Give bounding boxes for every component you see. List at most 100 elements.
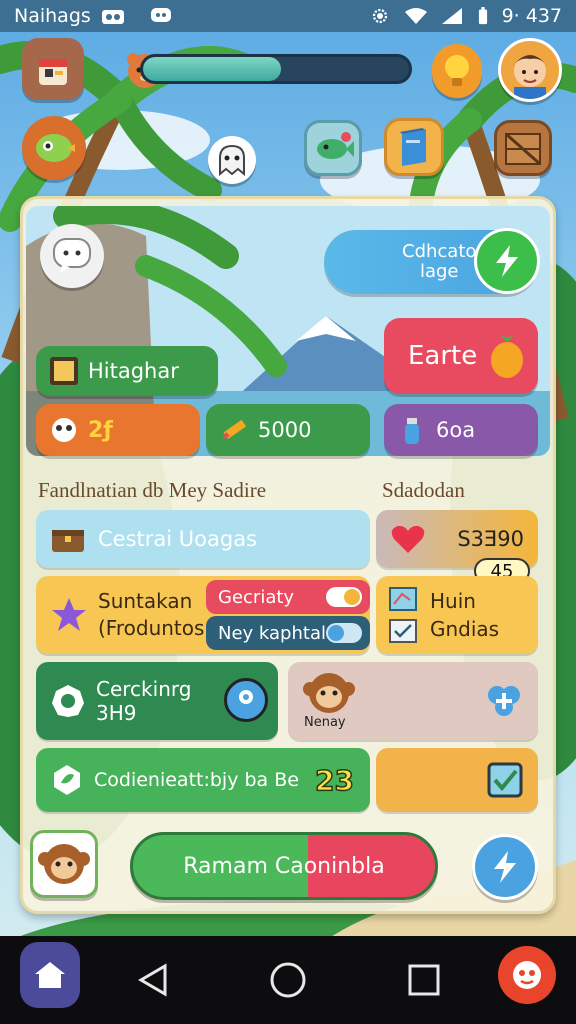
chest-icon [52, 530, 84, 552]
toggle-ney-kaphtal-switch[interactable] [326, 623, 362, 643]
nav-home-button[interactable] [20, 942, 80, 1008]
stat-puzzle[interactable]: 2ƒ [36, 404, 200, 456]
stat-pencil[interactable]: 5000 [206, 404, 370, 456]
fish-map-icon [317, 132, 354, 159]
section-left-title: Fandlnatian db Mey Sadire [38, 478, 267, 502]
bird-button[interactable] [22, 116, 86, 180]
book-icon [400, 128, 426, 166]
navigation-bar [0, 936, 576, 1024]
lightning-icon [494, 851, 516, 883]
check-row[interactable] [376, 748, 538, 812]
home-circle-icon [270, 962, 306, 998]
section-right-title: Sdadodan [382, 478, 465, 502]
nenay-label: Nenay [304, 715, 346, 730]
leaf-icon [54, 765, 80, 795]
chat-button[interactable] [40, 224, 104, 288]
wifi-icon [404, 8, 427, 24]
nenay-row[interactable]: Nenay [288, 662, 538, 740]
boost-button[interactable] [472, 834, 538, 900]
action-top-line1: Cdhcato [402, 241, 477, 262]
energy-progress-bar [140, 54, 412, 84]
cooking-line2: 3H9 [96, 701, 137, 725]
heart-value: S3Ǝ90 [457, 527, 524, 551]
nav-home-circle-button[interactable] [268, 960, 308, 1000]
monkey-button[interactable] [30, 830, 98, 898]
shop-bag-icon [39, 59, 67, 85]
stat-pencil-value: 5000 [258, 418, 312, 442]
shop-button[interactable] [22, 38, 84, 100]
bird-icon [36, 134, 75, 162]
game-app-icon [513, 961, 541, 989]
hint-button[interactable] [432, 44, 482, 98]
battery-icon [478, 7, 487, 25]
map-scroll-icon [389, 587, 417, 611]
lightbulb-icon [445, 55, 469, 86]
clock: 9· 437 [501, 5, 562, 27]
list-check-icon [389, 619, 417, 643]
ghost-icon [219, 144, 245, 177]
bottom-label: Codienieatt:bjy ba Be [94, 769, 299, 791]
toggle-gecriaty[interactable]: Gecriaty [206, 580, 370, 614]
earth-button[interactable]: Earte [384, 318, 538, 394]
star-shape-icon [52, 598, 86, 631]
crate-button[interactable] [494, 120, 552, 176]
checkbox-icon[interactable] [486, 761, 524, 799]
stat-potion[interactable]: 6oa [384, 404, 538, 456]
ghost-button[interactable] [208, 136, 256, 184]
location-pin-icon[interactable] [224, 678, 268, 722]
nav-recents-button[interactable] [404, 960, 444, 1000]
puzzle-icon [52, 418, 76, 442]
monkey-avatar [38, 844, 90, 884]
heart-icon [391, 525, 425, 553]
village-label-text: Hitaghar [88, 359, 179, 383]
hunt-line2: Gndias [430, 617, 500, 641]
earth-button-label: Earte [408, 341, 478, 371]
hunt-line1: Huin [430, 589, 476, 613]
suntakan-line2: (Froduntos [98, 616, 205, 640]
hunt-row[interactable]: Huin Gndias [376, 576, 538, 654]
signal-icon [441, 8, 462, 24]
bottom-row[interactable]: Codienieatt:bjy ba Be 23 [36, 748, 370, 812]
central-row[interactable]: Cestrai Uoagas [36, 510, 370, 568]
toggle-ney-kaphtal[interactable]: Ney kaphtal [206, 616, 370, 650]
potion-icon [405, 418, 419, 444]
fruit-icon [491, 334, 524, 378]
settings-gear-icon [372, 8, 387, 24]
add-icon[interactable] [484, 681, 524, 721]
badge-icon [52, 685, 84, 717]
status-bar: Naihags 9· 437 [0, 0, 576, 32]
lightning-icon [474, 228, 540, 294]
main-action-label: Ramam Caoninbla [183, 853, 385, 879]
bottom-number: 23 [314, 763, 354, 798]
player-avatar[interactable] [498, 38, 562, 102]
toggle-gecriaty-label: Gecriaty [218, 586, 295, 608]
cooking-row[interactable]: Cerckinrg 3H9 [36, 662, 278, 740]
book-button[interactable] [384, 118, 444, 176]
crate-icon [505, 132, 541, 166]
toggle-gecriaty-switch[interactable] [326, 587, 362, 607]
main-action-button[interactable]: Ramam Caoninbla [130, 832, 438, 900]
app-name: Naihags [14, 5, 91, 27]
action-top-line2: lage [419, 261, 459, 282]
village-icon [50, 357, 78, 385]
nav-game-button[interactable] [498, 946, 556, 1004]
recents-square-icon [408, 964, 440, 996]
monkey-avatar [303, 673, 355, 713]
action-top-button[interactable]: Cdhcato lage [324, 228, 540, 294]
back-triangle-icon [138, 963, 167, 997]
pencil-icon [222, 419, 247, 440]
chat-bubble-icon [53, 238, 91, 273]
toggle-ney-kaphtal-label: Ney kaphtal [218, 622, 326, 644]
central-label: Cestrai Uoagas [98, 527, 257, 551]
home-icon [35, 962, 65, 988]
village-label: Hitaghar [36, 346, 218, 396]
energy-progress-fill [143, 57, 282, 81]
nav-back-button[interactable] [132, 960, 172, 1000]
chat-bubble-icon [150, 8, 171, 22]
stat-puzzle-value: 2ƒ [88, 417, 113, 443]
suntakan-line1: Suntakan [98, 589, 193, 613]
cooking-line1: Cerckinrg [96, 677, 192, 701]
map-button[interactable] [304, 120, 362, 176]
stat-potion-value: 6oa [436, 418, 476, 442]
camera-icon [101, 10, 124, 24]
